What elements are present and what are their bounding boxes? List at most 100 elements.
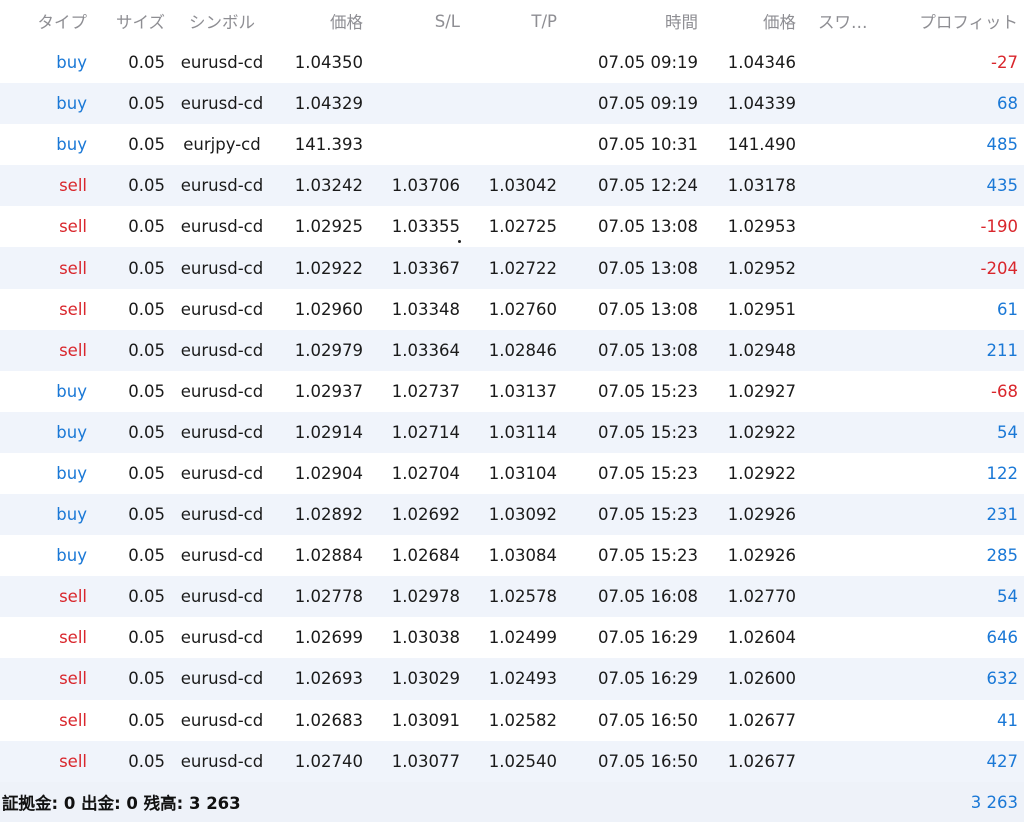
type-cell: buy (56, 94, 87, 114)
profit-cell: 231 (986, 505, 1019, 525)
header-price[interactable]: 価格 (270, 0, 363, 42)
open-price-cell: 1.02778 (294, 587, 363, 607)
table-row[interactable]: buy 0.05 eurusd-cd 1.04329 07.05 09:19 1.0433… (0, 83, 1024, 125)
type-cell: buy (56, 505, 87, 525)
table-row[interactable]: sell 0.05 eurusd-cd 1.02960 1.03348 1.02760 07… (0, 289, 1024, 330)
table-row[interactable]: sell 0.05 eurusd-cd 1.02693 1.03029 1.02493 07… (0, 658, 1024, 700)
symbol-cell: eurusd-cd (180, 299, 264, 319)
table-row[interactable]: buy 0.05 eurusd-cd 1.04350 07.05 09:19 1.0434… (0, 42, 1024, 83)
symbol-cell: eurusd-cd (180, 587, 264, 607)
profit-cell: 54 (997, 422, 1018, 442)
profit-cell: 632 (986, 669, 1019, 689)
profit-cell: -27 (991, 53, 1018, 73)
table-row[interactable]: sell 0.05 eurusd-cd 1.02925 1.03355 1.02725 07… (0, 206, 1024, 247)
stop-loss-cell: 1.02684 (391, 546, 460, 566)
current-price-cell: 1.02600 (727, 669, 796, 689)
table-row[interactable]: sell 0.05 eurusd-cd 1.02683 1.03091 1.02582 07… (0, 700, 1024, 741)
open-price-cell: 1.03242 (294, 176, 363, 196)
table-row[interactable]: sell 0.05 eurusd-cd 1.02778 1.02978 1.02578 07… (0, 576, 1024, 618)
time-cell: 07.05 09:19 (597, 53, 698, 73)
current-price-cell: 1.02677 (727, 751, 796, 771)
open-price-cell: 1.02979 (294, 340, 363, 360)
total-profit: 3 263 (970, 792, 1018, 812)
header-sl[interactable]: S/L (370, 0, 460, 42)
profit-cell: 485 (986, 135, 1019, 155)
stop-loss-cell: 1.03091 (391, 710, 460, 730)
header-tp[interactable]: T/P (466, 0, 557, 42)
table-row[interactable]: sell 0.05 eurusd-cd 1.02740 1.03077 1.02540 07… (0, 740, 1024, 782)
take-profit-cell: 1.02582 (488, 710, 557, 730)
take-profit-cell: 1.03092 (488, 505, 557, 525)
profit-cell: 211 (986, 340, 1019, 360)
type-cell: sell (59, 340, 87, 360)
symbol-cell: eurusd-cd (180, 381, 264, 401)
open-price-cell: 141.393 (294, 135, 363, 155)
table-body: buy 0.05 eurusd-cd 1.04350 07.05 09:19 1.0434… (0, 42, 1024, 782)
take-profit-cell: 1.02722 (488, 258, 557, 278)
type-cell: buy (56, 422, 87, 442)
header-type[interactable]: タイプ (20, 0, 88, 42)
size-cell: 0.05 (128, 463, 165, 483)
size-cell: 0.05 (128, 751, 165, 771)
stop-loss-cell: 1.02737 (391, 381, 460, 401)
table-row[interactable]: buy 0.05 eurjpy-cd 141.393 07.05 10:31 141.49… (0, 124, 1024, 165)
header-profit[interactable]: プロフィット (890, 0, 1018, 42)
type-cell: buy (56, 381, 87, 401)
header-symbol[interactable]: シンボル (172, 0, 272, 42)
open-price-cell: 1.02904 (294, 463, 363, 483)
stop-loss-cell (370, 124, 460, 165)
table-row[interactable]: sell 0.05 eurusd-cd 1.02979 1.03364 1.02846 07… (0, 329, 1024, 371)
profit-cell: -204 (980, 258, 1018, 278)
table-row[interactable]: buy 0.05 eurusd-cd 1.02892 1.02692 1.03092 07.… (0, 494, 1024, 536)
stop-loss-cell: 1.02714 (391, 422, 460, 442)
take-profit-cell: 1.03084 (488, 546, 557, 566)
profit-cell: 122 (986, 463, 1019, 483)
stop-loss-cell: 1.03706 (391, 176, 460, 196)
take-profit-cell: 1.02846 (488, 340, 557, 360)
time-cell: 07.05 09:19 (597, 94, 698, 114)
table-row[interactable]: buy 0.05 eurusd-cd 1.02937 1.02737 1.03137 07.… (0, 371, 1024, 412)
stop-loss-cell: 1.03038 (391, 628, 460, 648)
table-row[interactable]: sell 0.05 eurusd-cd 1.02699 1.03038 1.02499 07… (0, 617, 1024, 658)
stop-loss-cell: 1.03355 (391, 217, 460, 237)
stray-dot (458, 240, 461, 243)
account-summary: 証拠金: 0 出金: 0 残高: 3 263 (2, 794, 241, 813)
profit-cell: 61 (997, 299, 1018, 319)
stop-loss-cell: 1.03364 (391, 340, 460, 360)
type-cell: buy (56, 135, 87, 155)
header-swap[interactable]: スワ… (818, 0, 878, 42)
open-price-cell: 1.02922 (294, 258, 363, 278)
take-profit-cell (466, 83, 557, 124)
take-profit-cell: 1.03114 (488, 422, 557, 442)
open-price-cell: 1.04350 (294, 53, 363, 73)
take-profit-cell: 1.02499 (488, 628, 557, 648)
take-profit-cell (466, 42, 557, 83)
type-cell: sell (59, 587, 87, 607)
symbol-cell: eurusd-cd (180, 340, 264, 360)
symbol-cell: eurusd-cd (180, 94, 264, 114)
table-row[interactable]: buy 0.05 eurusd-cd 1.02904 1.02704 1.03104 07.… (0, 453, 1024, 494)
time-cell: 07.05 16:29 (597, 669, 698, 689)
table-row[interactable]: sell 0.05 eurusd-cd 1.03242 1.03706 1.03042 07… (0, 165, 1024, 207)
current-price-cell: 1.02951 (727, 299, 796, 319)
open-price-cell: 1.02683 (294, 710, 363, 730)
current-price-cell: 1.04346 (727, 53, 796, 73)
take-profit-cell: 1.03042 (488, 176, 557, 196)
symbol-cell: eurusd-cd (180, 422, 264, 442)
time-cell: 07.05 16:08 (597, 587, 698, 607)
current-price-cell: 1.03178 (727, 176, 796, 196)
profit-cell: 427 (986, 751, 1019, 771)
time-cell: 07.05 15:23 (597, 381, 698, 401)
table-row[interactable]: sell 0.05 eurusd-cd 1.02922 1.03367 1.02722 07… (0, 247, 1024, 289)
table-row[interactable]: buy 0.05 eurusd-cd 1.02914 1.02714 1.03114 07.… (0, 411, 1024, 453)
header-current-price[interactable]: 価格 (705, 0, 796, 42)
time-cell: 07.05 13:08 (597, 299, 698, 319)
header-time[interactable]: 時間 (580, 0, 698, 42)
current-price-cell: 1.02953 (727, 217, 796, 237)
stop-loss-cell: 1.03077 (391, 751, 460, 771)
symbol-cell: eurusd-cd (180, 176, 264, 196)
header-size[interactable]: サイズ (95, 0, 165, 42)
table-row[interactable]: buy 0.05 eurusd-cd 1.02884 1.02684 1.03084 07.… (0, 535, 1024, 576)
type-cell: sell (59, 217, 87, 237)
stop-loss-cell: 1.03029 (391, 669, 460, 689)
